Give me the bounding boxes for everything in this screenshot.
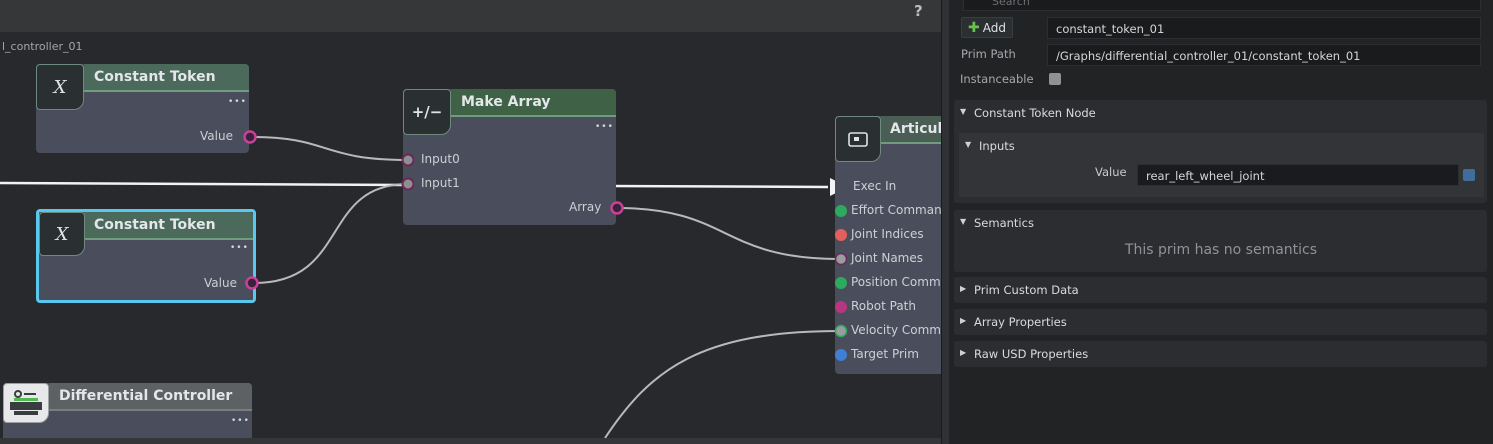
property-panel: Search ✚ Add constant_token_01 Prim Path … bbox=[949, 0, 1493, 444]
port-label-array: Array bbox=[569, 200, 602, 214]
node-articulation-controller[interactable]: Articula Exec In Effort Comman Joint Ind… bbox=[835, 116, 941, 374]
port-velocity-command[interactable] bbox=[833, 323, 849, 339]
add-button[interactable]: ✚ Add bbox=[961, 17, 1013, 38]
node-header[interactable]: Constant Token bbox=[84, 64, 249, 92]
port-label-joint-indices: Joint Indices bbox=[851, 227, 924, 241]
node-more-button[interactable]: ••• bbox=[228, 97, 247, 107]
variable-x-icon: X bbox=[39, 212, 85, 256]
port-label-position-command: Position Comm bbox=[851, 275, 941, 289]
port-label-value: Value bbox=[200, 129, 233, 143]
port-input0[interactable] bbox=[400, 152, 416, 168]
value-field[interactable]: rear_left_wheel_joint bbox=[1137, 164, 1459, 186]
section-header-raw-usd-properties[interactable]: ▶ Raw USD Properties bbox=[954, 341, 1487, 367]
node-differential-controller[interactable]: Differential Controller ••• bbox=[3, 383, 252, 438]
node-header[interactable]: Constant Token bbox=[84, 212, 253, 240]
node-header[interactable]: Articula bbox=[881, 116, 941, 144]
node-header[interactable]: Make Array bbox=[451, 89, 616, 117]
wire-velocity bbox=[604, 330, 841, 438]
instanceable-label: Instanceable bbox=[960, 72, 1034, 86]
port-label-joint-names: Joint Names bbox=[851, 251, 923, 265]
graph-scrollbar[interactable] bbox=[0, 438, 941, 444]
node-more-button[interactable]: ••• bbox=[595, 122, 614, 132]
plus-icon: ✚ bbox=[968, 20, 980, 36]
section-header-semantics[interactable]: ▼ Semantics bbox=[954, 210, 1487, 236]
node-title: Constant Token bbox=[94, 217, 216, 233]
variable-x-icon: X bbox=[36, 64, 84, 110]
port-label-robot-path: Robot Path bbox=[851, 299, 916, 313]
port-joint-indices[interactable] bbox=[833, 227, 849, 243]
port-input1[interactable] bbox=[400, 176, 416, 192]
node-constant-token-1[interactable]: Constant Token X ••• Value bbox=[36, 64, 249, 153]
plus-minus-icon: +/− bbox=[403, 89, 451, 135]
collapse-triangle-icon: ▼ bbox=[965, 140, 972, 149]
graph-editor[interactable]: ? l_controller_01 Constant Token X ••• V… bbox=[0, 0, 941, 438]
port-label-velocity-command: Velocity Comm bbox=[851, 323, 941, 337]
section-header-inputs[interactable]: ▼ Inputs bbox=[959, 133, 1484, 159]
node-title: Constant Token bbox=[94, 69, 216, 85]
node-title: Differential Controller bbox=[59, 388, 233, 404]
section-header-constant-token-node[interactable]: ▼ Constant Token Node bbox=[954, 100, 1487, 126]
section-header-prim-custom-data[interactable]: ▶ Prim Custom Data bbox=[954, 277, 1487, 303]
node-more-button[interactable]: ••• bbox=[231, 416, 250, 426]
port-label-input1: Input1 bbox=[421, 176, 460, 190]
panel-splitter[interactable] bbox=[941, 0, 949, 444]
port-label-input0: Input0 bbox=[421, 152, 460, 166]
node-more-button[interactable]: ••• bbox=[230, 243, 249, 253]
search-input[interactable]: Search bbox=[963, 0, 1481, 11]
expand-triangle-icon: ▶ bbox=[960, 284, 967, 293]
port-position-command[interactable] bbox=[833, 275, 849, 291]
robot-icon bbox=[3, 383, 49, 423]
port-value-out-1[interactable] bbox=[242, 129, 258, 145]
prim-path-label: Prim Path bbox=[961, 47, 1016, 61]
prim-path-field[interactable]: /Graphs/differential_controller_01/const… bbox=[1047, 44, 1481, 66]
wire-const1-to-input0 bbox=[251, 136, 409, 161]
port-array-out[interactable] bbox=[609, 200, 625, 216]
wire-const2-to-input1 bbox=[253, 183, 409, 284]
port-joint-names[interactable] bbox=[833, 251, 849, 267]
port-target-prim[interactable] bbox=[833, 347, 849, 363]
value-label: Value bbox=[1095, 165, 1127, 179]
node-make-array[interactable]: Make Array +/− ••• Input0 Input1 Array bbox=[403, 89, 616, 225]
expand-triangle-icon: ▶ bbox=[960, 316, 967, 325]
port-label-value: Value bbox=[204, 276, 237, 290]
prim-name-field[interactable]: constant_token_01 bbox=[1047, 17, 1481, 39]
no-semantics-message: This prim has no semantics bbox=[1124, 242, 1318, 258]
articulation-icon bbox=[835, 116, 881, 162]
port-value-out-2[interactable] bbox=[244, 275, 260, 291]
port-robot-path[interactable] bbox=[833, 299, 849, 315]
node-constant-token-2[interactable]: Constant Token X ••• Value bbox=[36, 209, 256, 303]
node-title: Articula bbox=[890, 121, 941, 137]
node-header[interactable]: Differential Controller bbox=[49, 383, 252, 411]
port-effort-command[interactable] bbox=[833, 203, 849, 219]
port-label-exec-in: Exec In bbox=[853, 179, 897, 193]
default-value-indicator[interactable] bbox=[1463, 169, 1475, 181]
collapse-triangle-icon: ▼ bbox=[960, 217, 967, 226]
expand-triangle-icon: ▶ bbox=[960, 348, 967, 357]
wire-array-to-jointnames bbox=[616, 207, 841, 260]
section-header-array-properties[interactable]: ▶ Array Properties bbox=[954, 309, 1487, 335]
port-label-target-prim: Target Prim bbox=[851, 347, 919, 361]
collapse-triangle-icon: ▼ bbox=[960, 107, 967, 116]
instanceable-checkbox[interactable] bbox=[1049, 73, 1061, 85]
port-label-effort-command: Effort Comman bbox=[851, 203, 941, 217]
node-title: Make Array bbox=[461, 94, 551, 110]
